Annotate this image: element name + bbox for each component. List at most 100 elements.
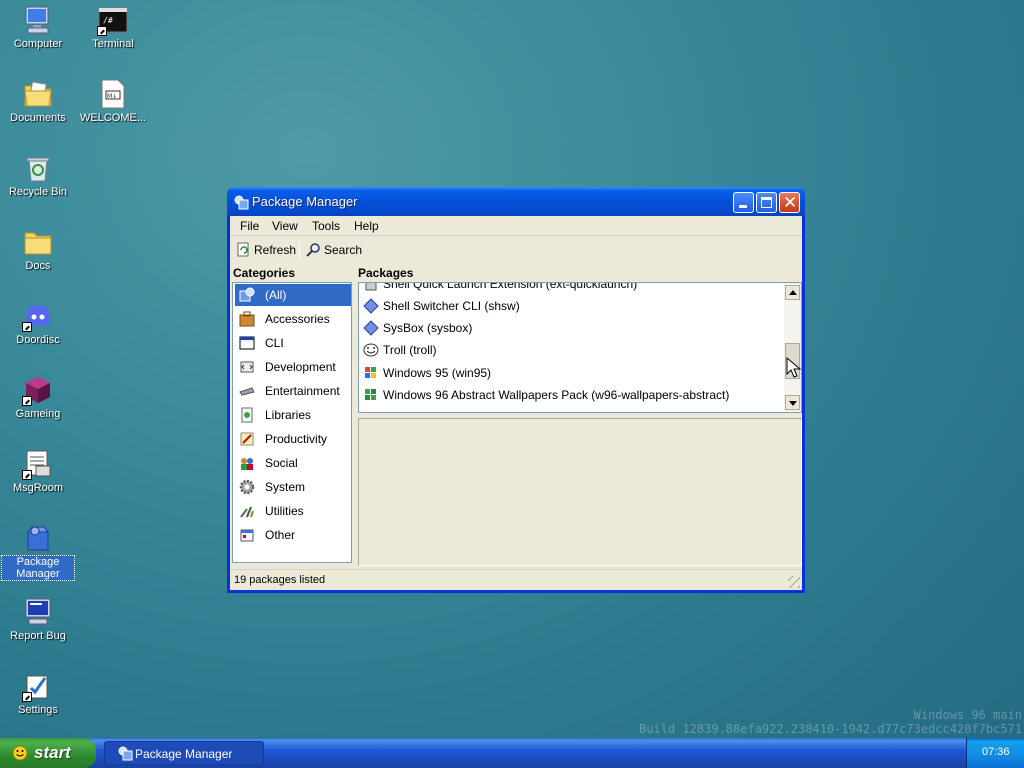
desktop-icon-label: Terminal bbox=[92, 38, 134, 50]
window-titlebar[interactable]: Package Manager ✕ bbox=[227, 187, 805, 216]
desktop-icon-label: Gameing bbox=[15, 408, 61, 420]
report-bug-icon bbox=[22, 596, 54, 628]
desktop-icon-doordisc[interactable]: Doordisc bbox=[2, 300, 74, 346]
category-item-development[interactable]: Development bbox=[235, 356, 351, 378]
desktop-icon-label: MsgRoom bbox=[12, 482, 64, 494]
desktop-icon-terminal[interactable]: /# Terminal bbox=[77, 4, 149, 50]
desktop-icon-welcome[interactable]: M↓ WELCOME... bbox=[77, 78, 149, 124]
package-detail-pane bbox=[358, 418, 802, 566]
diamond-icon bbox=[363, 320, 379, 336]
search-button[interactable]: Search bbox=[306, 241, 362, 259]
resize-grip-icon[interactable] bbox=[788, 576, 800, 588]
package-label: Windows 95 (win95) bbox=[383, 366, 492, 380]
desktop-icon-computer[interactable]: Computer bbox=[2, 4, 74, 50]
msgroom-icon bbox=[22, 448, 54, 480]
windows-flag-icon bbox=[363, 387, 379, 403]
refresh-label: Refresh bbox=[254, 243, 297, 257]
diamond-icon bbox=[363, 298, 379, 314]
scroll-down-button[interactable] bbox=[785, 395, 800, 410]
watermark-line: Build 12839.88efa922.230410-1942.d77c73e… bbox=[639, 722, 1022, 736]
package-item-sysbox[interactable]: SysBox (sysbox) bbox=[363, 317, 783, 339]
menu-tools[interactable]: Tools bbox=[312, 219, 340, 233]
package-item-ext-quicklaunch[interactable]: Shell Quick Launch Extension (ext-quickl… bbox=[363, 283, 783, 295]
minimize-icon bbox=[739, 205, 747, 208]
category-item-other[interactable]: Other bbox=[235, 524, 351, 546]
category-list: (All) Accessories CLI Development Entert… bbox=[232, 282, 352, 563]
other-icon bbox=[239, 527, 255, 543]
category-item-entertainment[interactable]: Entertainment bbox=[235, 380, 351, 402]
category-item-utilities[interactable]: Utilities bbox=[235, 500, 351, 522]
svg-text:M↓: M↓ bbox=[107, 93, 117, 100]
category-label: Entertainment bbox=[265, 384, 340, 398]
desktop-icon-package-manager[interactable]: Package Manager bbox=[1, 522, 75, 581]
package-item-w96-wallpapers-abstract[interactable]: Windows 96 Abstract Wallpapers Pack (w96… bbox=[363, 384, 783, 406]
category-item-productivity[interactable]: Productivity bbox=[235, 428, 351, 450]
close-button[interactable]: ✕ bbox=[779, 192, 800, 213]
shortcut-arrow-icon bbox=[22, 322, 32, 332]
computer-icon bbox=[22, 4, 54, 36]
system-icon bbox=[239, 479, 255, 495]
package-list-scrollbar[interactable] bbox=[784, 283, 801, 412]
desktop-icon-label: Report Bug bbox=[10, 630, 66, 642]
category-label: Libraries bbox=[265, 408, 312, 422]
package-manager-icon bbox=[117, 745, 133, 761]
shortcut-arrow-icon bbox=[22, 396, 32, 406]
category-item-libraries[interactable]: Libraries bbox=[235, 404, 351, 426]
package-manager-window: Package Manager ✕ File View Tools Help R… bbox=[227, 187, 805, 593]
package-label: Shell Switcher CLI (shsw) bbox=[383, 299, 520, 313]
doordisc-icon bbox=[22, 300, 54, 332]
start-button[interactable]: start bbox=[0, 738, 96, 768]
category-item-all[interactable]: (All) bbox=[235, 284, 351, 306]
desktop-icon-report-bug[interactable]: Report Bug bbox=[2, 596, 74, 642]
desktop-icon-msgroom[interactable]: MsgRoom bbox=[2, 448, 74, 494]
category-item-cli[interactable]: CLI bbox=[235, 332, 351, 354]
refresh-button[interactable]: Refresh bbox=[236, 241, 296, 259]
shortcut-arrow-icon bbox=[22, 692, 32, 702]
desktop-icon-settings[interactable]: Settings bbox=[2, 670, 74, 716]
clock[interactable]: 07:36 bbox=[982, 746, 1010, 758]
category-item-system[interactable]: System bbox=[235, 476, 351, 498]
game-cube-icon bbox=[22, 374, 54, 406]
markdown-file-icon: M↓ bbox=[97, 78, 129, 110]
menu-help[interactable]: Help bbox=[354, 219, 379, 233]
all-icon bbox=[239, 287, 255, 303]
development-icon bbox=[239, 359, 255, 375]
package-item-troll[interactable]: Troll (troll) bbox=[363, 339, 783, 361]
start-label: start bbox=[34, 743, 71, 762]
menu-bar: File View Tools Help bbox=[230, 216, 802, 236]
window-title: Package Manager bbox=[252, 194, 358, 209]
desktop-icon-label: Docs bbox=[25, 260, 51, 272]
search-label: Search bbox=[324, 243, 363, 257]
package-manager-icon bbox=[22, 522, 54, 554]
minimize-button[interactable] bbox=[733, 192, 754, 213]
desktop-icon-recycle-bin[interactable]: Recycle Bin bbox=[2, 152, 74, 198]
productivity-icon bbox=[239, 431, 255, 447]
desktop-icon-label: Settings bbox=[18, 704, 58, 716]
desktop-icon-gameing[interactable]: Gameing bbox=[2, 374, 74, 420]
menu-file[interactable]: File bbox=[240, 219, 259, 233]
taskbar-button-label: Package Manager bbox=[135, 747, 233, 761]
utilities-icon bbox=[239, 503, 255, 519]
category-label: Utilities bbox=[265, 504, 304, 518]
category-label: System bbox=[265, 480, 306, 494]
menu-view[interactable]: View bbox=[272, 219, 298, 233]
toolbar: Refresh Search bbox=[230, 237, 802, 262]
desktop-icon-docs[interactable]: Docs bbox=[2, 226, 74, 272]
package-list: Shell Quick Launch Extension (ext-quickl… bbox=[358, 282, 802, 413]
system-tray: 07:36 bbox=[966, 738, 1024, 768]
taskbar-button-package-manager[interactable]: Package Manager bbox=[104, 741, 264, 765]
package-label: Windows 96 Abstract Wallpapers Pack (w96… bbox=[383, 388, 730, 402]
troll-face-icon bbox=[363, 342, 379, 358]
package-label: Troll (troll) bbox=[383, 343, 437, 357]
package-item-win95[interactable]: Windows 95 (win95) bbox=[363, 362, 783, 384]
maximize-button[interactable] bbox=[756, 192, 777, 213]
cli-icon bbox=[239, 335, 255, 351]
search-icon bbox=[306, 242, 321, 257]
desktop-icon-label: Package Manager bbox=[1, 555, 75, 581]
category-item-social[interactable]: Social bbox=[235, 452, 351, 474]
libraries-icon bbox=[239, 407, 255, 423]
scroll-up-button[interactable] bbox=[785, 285, 800, 300]
desktop-icon-documents[interactable]: Documents bbox=[2, 78, 74, 124]
package-item-shsw[interactable]: Shell Switcher CLI (shsw) bbox=[363, 295, 783, 317]
category-item-accessories[interactable]: Accessories bbox=[235, 308, 351, 330]
